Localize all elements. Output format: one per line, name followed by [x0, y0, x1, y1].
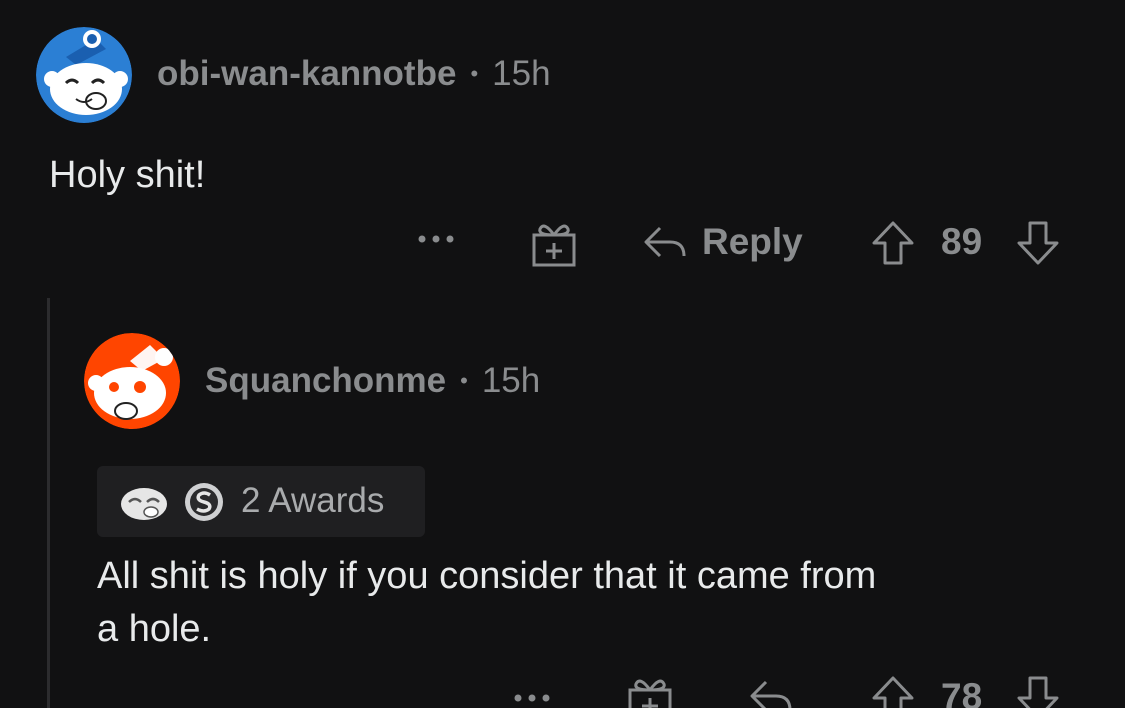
separator-dot: •: [470, 61, 479, 86]
gift-award-icon: [532, 224, 576, 267]
reply-arrow-icon: [750, 680, 792, 708]
more-options-button[interactable]: [416, 233, 456, 245]
downvote-arrow-icon: [1017, 221, 1059, 265]
comment-actions: 78: [0, 670, 1125, 708]
vote-score: 89: [941, 221, 983, 262]
timestamp: 15h: [492, 54, 551, 93]
upvote-button[interactable]: [870, 674, 916, 708]
reply-label: Reply: [702, 221, 803, 262]
reply-button[interactable]: [748, 676, 794, 708]
comment-body-line-2: a hole.: [97, 608, 212, 650]
give-award-button[interactable]: [530, 219, 578, 267]
reply-arrow-icon: [644, 226, 686, 258]
gift-award-icon: [628, 679, 672, 708]
silver-award-icon: [185, 483, 223, 521]
vote-score: 78: [941, 676, 983, 708]
awards-badge[interactable]: 2 Awards: [97, 466, 425, 537]
comment-author-line: obi-wan-kannotbe • 15h: [157, 54, 551, 94]
separator-dot: •: [460, 368, 468, 393]
more-options-icon: [418, 235, 454, 243]
wholesome-award-icon: [121, 488, 167, 520]
give-award-button[interactable]: [626, 674, 674, 708]
username[interactable]: obi-wan-kannotbe: [157, 54, 456, 94]
score: 78: [941, 676, 982, 708]
awards-count: 2 Awards: [241, 481, 385, 520]
upvote-arrow-icon: [872, 221, 914, 265]
avatar-obi-wan-kannotbe[interactable]: [36, 27, 132, 123]
comment-author-line: Squanchonme • 15h: [205, 361, 540, 401]
downvote-button[interactable]: [1015, 674, 1061, 708]
comment-body: Holy shit!: [49, 154, 206, 196]
downvote-button[interactable]: [1015, 219, 1061, 267]
thread-indent-line[interactable]: [47, 298, 50, 708]
avatar-squanchonme[interactable]: [84, 333, 180, 429]
more-options-button[interactable]: [512, 692, 552, 704]
upvote-arrow-icon: [872, 676, 914, 708]
more-options-icon: [514, 694, 550, 702]
comment-body-line-1: All shit is holy if you consider that it…: [97, 555, 877, 597]
downvote-arrow-icon: [1017, 676, 1059, 708]
score: 89: [941, 221, 982, 263]
reply-button[interactable]: Reply: [642, 221, 803, 263]
upvote-button[interactable]: [870, 219, 916, 267]
username[interactable]: Squanchonme: [205, 361, 446, 401]
timestamp: 15h: [481, 361, 541, 400]
comment-actions: Reply 89: [0, 213, 1125, 273]
